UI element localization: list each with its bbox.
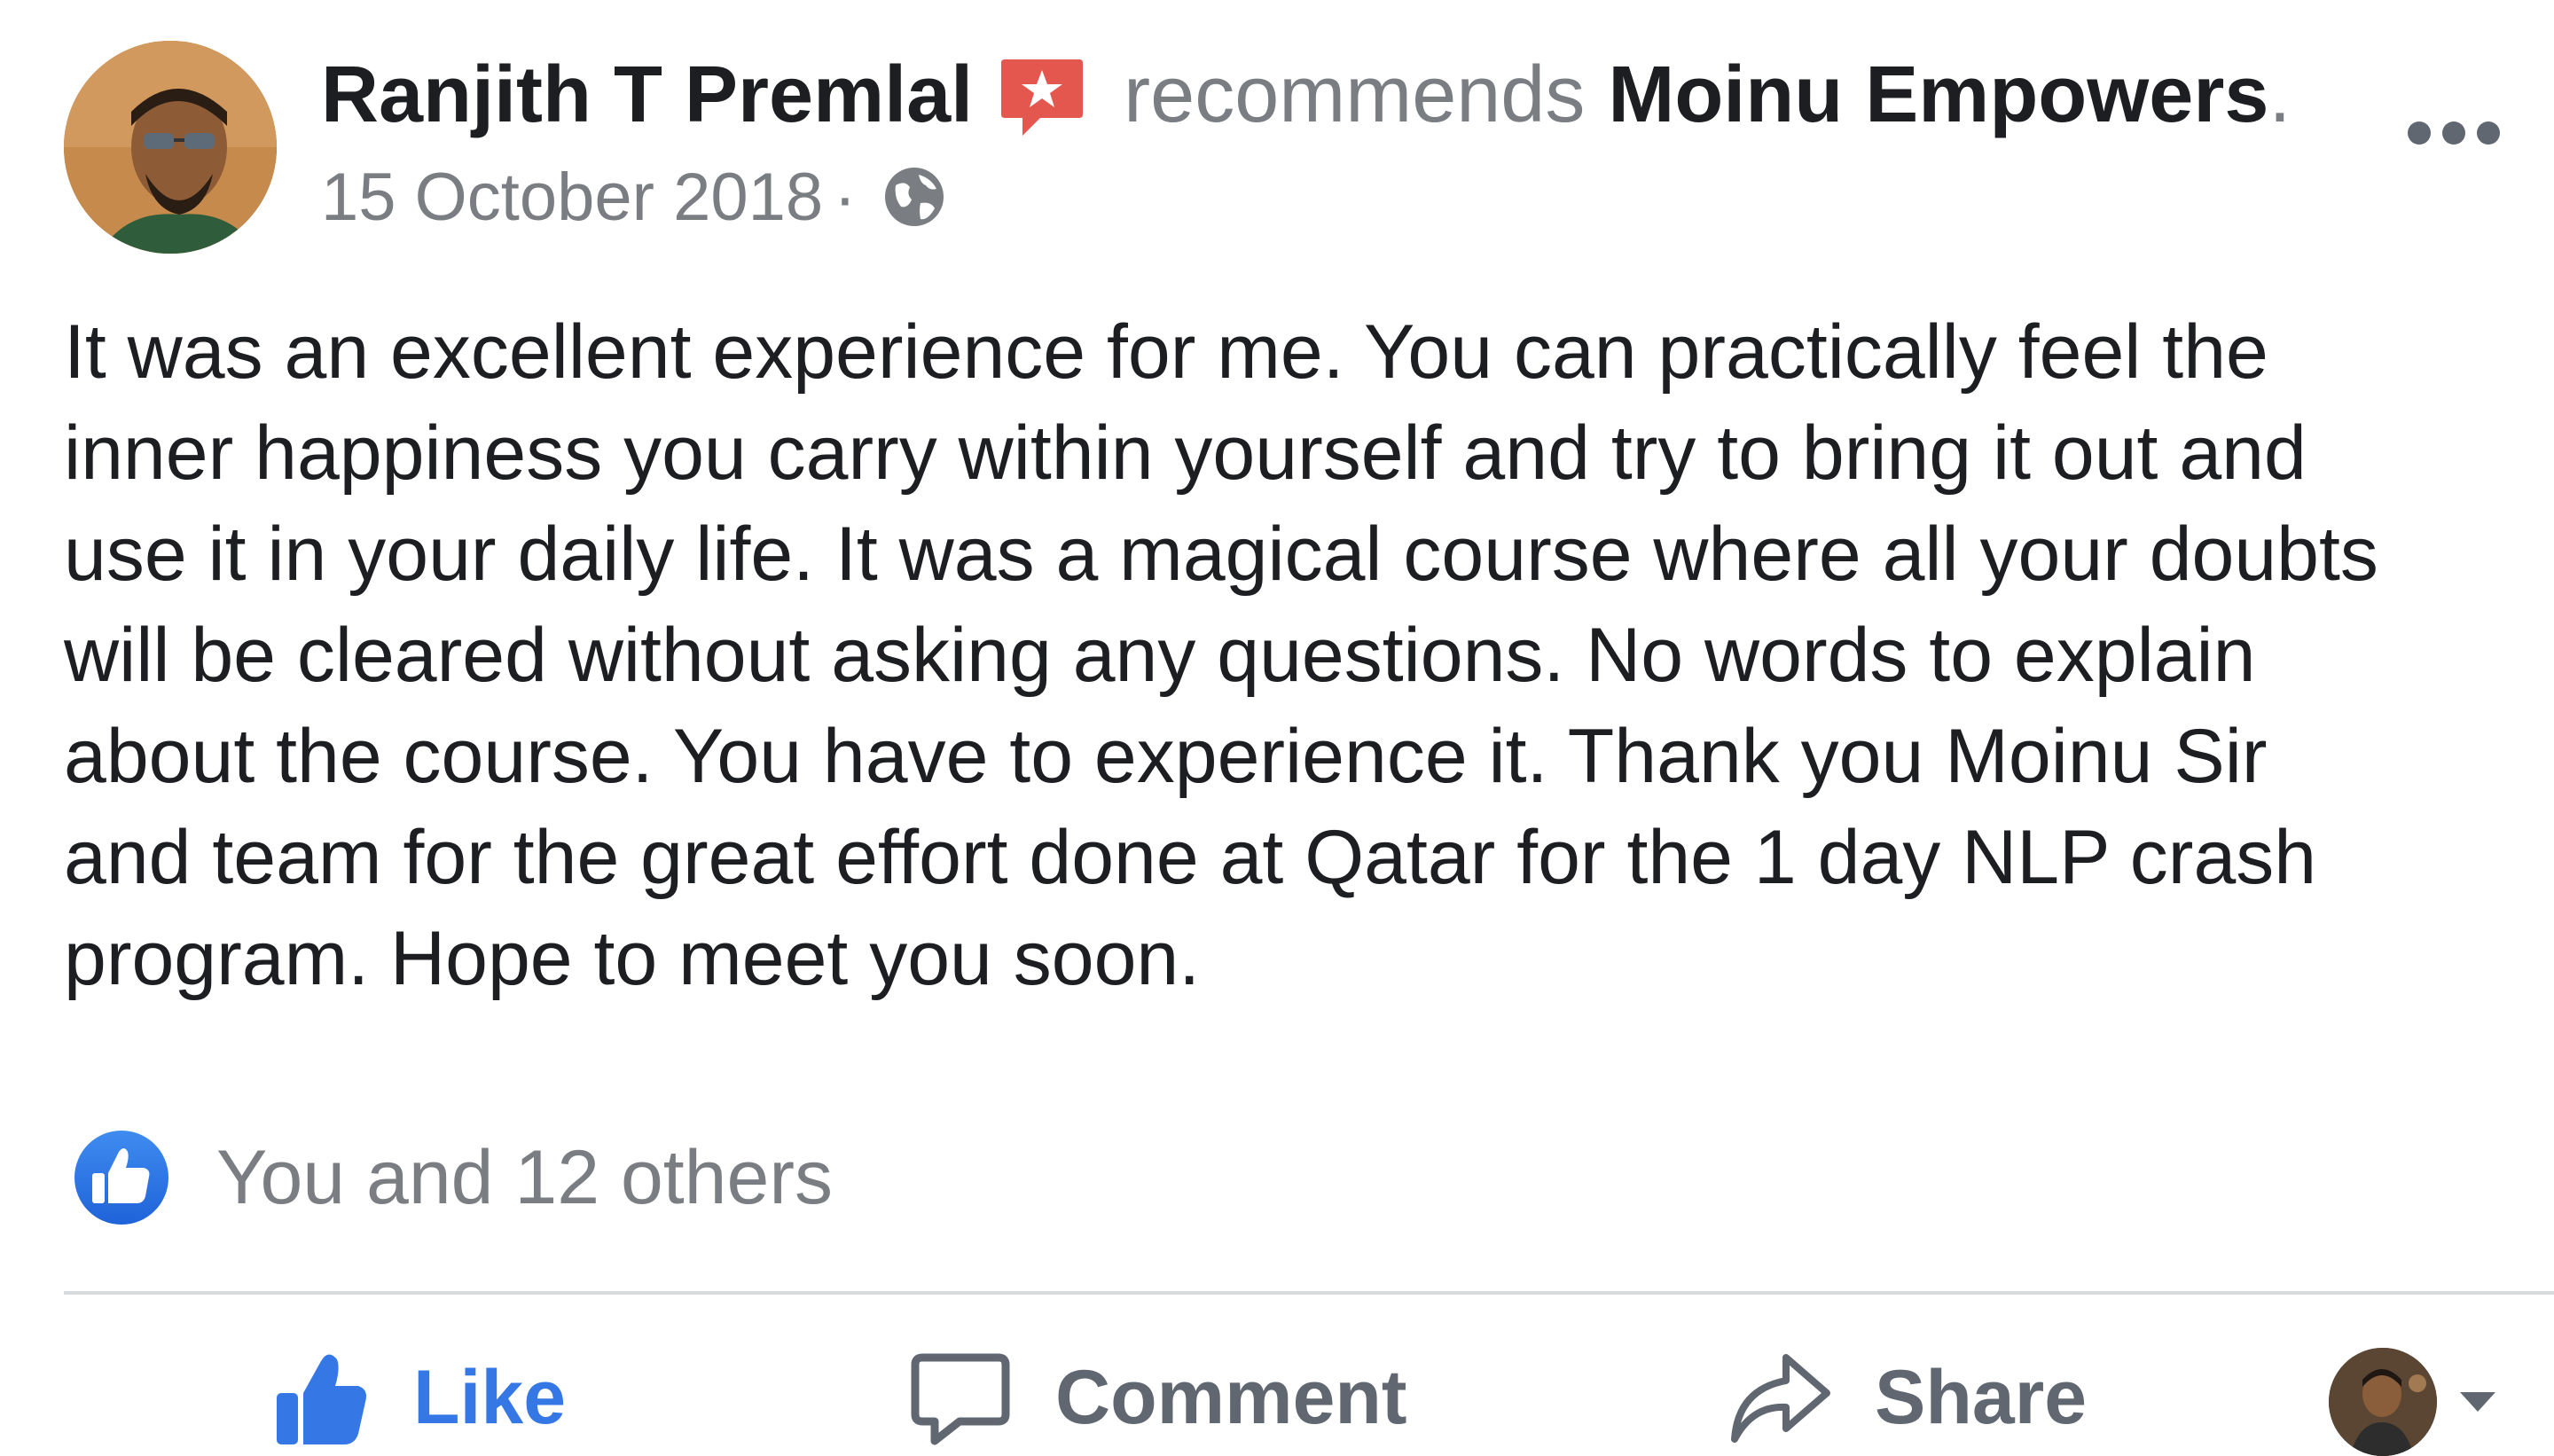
page-name-suffix: . <box>2268 51 2292 139</box>
reactions-summary[interactable]: You and 12 others <box>73 1124 833 1231</box>
post-card: Ranjith T Premlal recommends Moinu Empow… <box>0 0 2554 1456</box>
recommendation-star-badge-icon <box>998 54 1086 143</box>
post-text-line: will be cleared without asking any quest… <box>64 613 2256 698</box>
post-meta: 15 October 2018 · <box>321 153 947 241</box>
share-arrow-icon <box>1727 1345 1832 1450</box>
post-text-line: inner happiness you carry within yoursel… <box>64 411 2307 496</box>
reaction-count-text: You and 12 others <box>216 1134 833 1220</box>
globe-icon <box>881 164 947 230</box>
like-reaction-icon <box>73 1129 170 1226</box>
comment-button[interactable]: Comment <box>908 1339 1407 1456</box>
like-button[interactable]: Like <box>266 1339 566 1456</box>
action-verb: recommends <box>1124 51 1586 139</box>
author-name[interactable]: Ranjith T Premlal <box>321 46 973 144</box>
post-text-line: It was an excellent experience for me. Y… <box>64 309 2268 395</box>
share-button[interactable]: Share <box>1727 1339 2087 1456</box>
share-label: Share <box>1875 1354 2088 1440</box>
caret-down-icon <box>2458 1389 2497 1415</box>
thumbs-up-icon <box>266 1345 371 1450</box>
profile-switcher[interactable] <box>2329 1348 2497 1456</box>
like-label: Like <box>413 1354 567 1440</box>
author-avatar[interactable] <box>64 41 277 254</box>
action-bar: Like Comment Share <box>0 1339 2554 1456</box>
post-date[interactable]: 15 October 2018 <box>321 159 823 236</box>
post-text-line: program. Hope to meet you soon. <box>64 916 1201 1001</box>
comment-bubble-icon <box>908 1345 1013 1450</box>
more-options-icon[interactable] <box>2405 115 2503 151</box>
post-text-line: and team for the great effort done at Qa… <box>64 815 2317 900</box>
profile-avatar <box>2329 1348 2437 1456</box>
comment-label: Comment <box>1055 1354 1407 1440</box>
meta-separator: · <box>834 159 857 235</box>
post-text-line: about the course. You have to experience… <box>64 714 2268 799</box>
post-text: It was an excellent experience for me. Y… <box>64 301 2538 1009</box>
divider <box>64 1291 2554 1295</box>
post-header: Ranjith T Premlal recommends Moinu Empow… <box>321 46 2291 144</box>
page-name-link[interactable]: Moinu Empowers <box>1608 46 2268 144</box>
post-text-line: use it in your daily life. It was a magi… <box>64 512 2378 597</box>
